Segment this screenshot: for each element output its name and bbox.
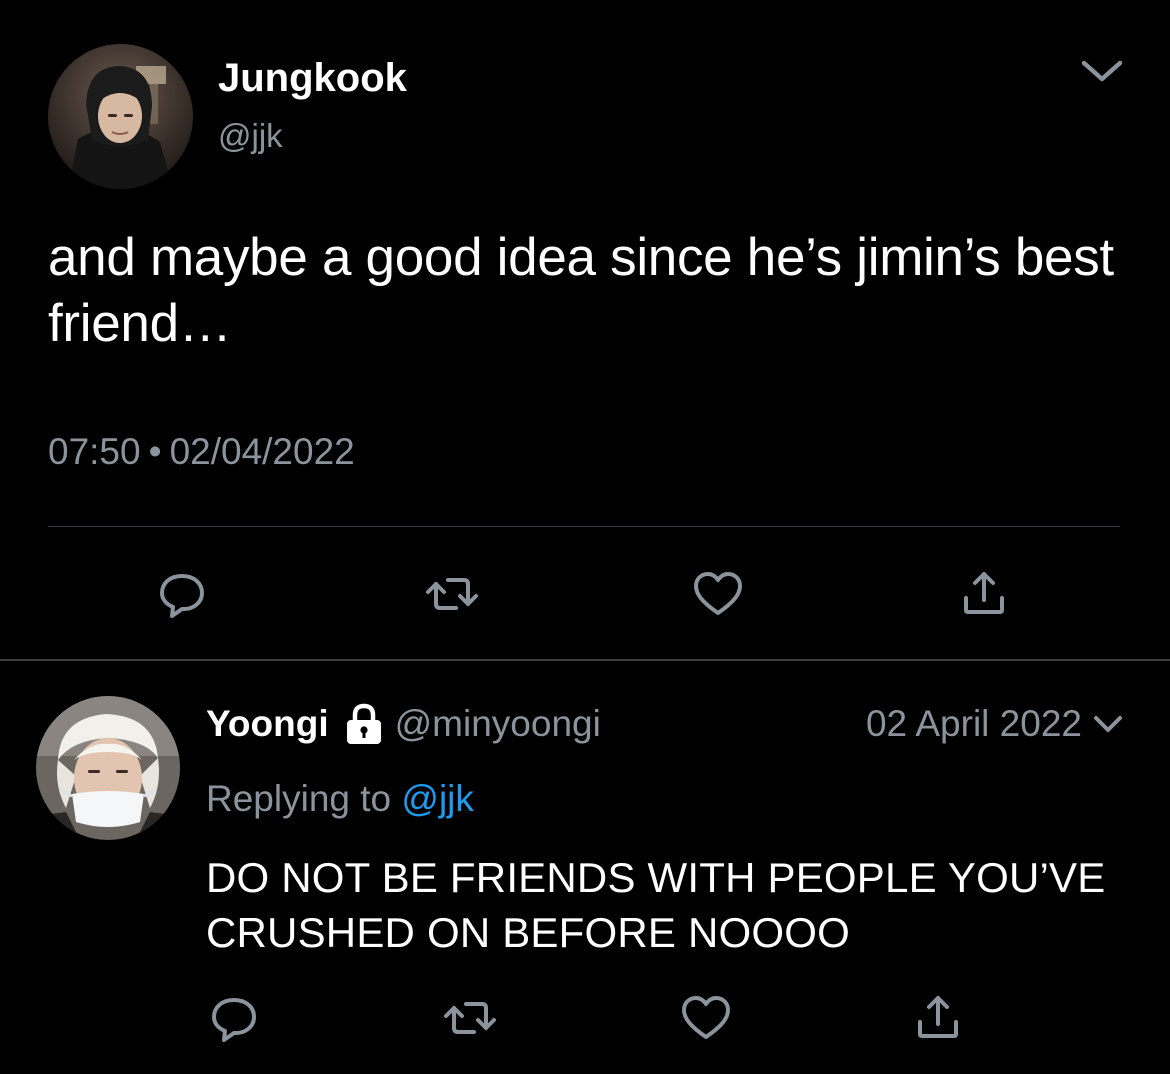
tweet-date: 02/04/2022	[169, 431, 355, 472]
avatar-photo	[48, 44, 193, 189]
reply-icon[interactable]	[154, 566, 210, 622]
share-icon[interactable]	[910, 990, 966, 1046]
tweet-time: 07:50	[48, 431, 141, 472]
lock-icon	[341, 701, 387, 747]
chevron-down-icon[interactable]	[1078, 56, 1126, 86]
tweet-timestamp: 07:50 • 02/04/2022	[48, 428, 355, 476]
reply-icon[interactable]	[206, 990, 262, 1046]
tweet-text: and maybe a good idea since he’s jimin’s…	[48, 228, 1114, 353]
replying-to: Replying to @jjk	[206, 776, 474, 822]
avatar-photo	[36, 696, 180, 840]
retweet-icon[interactable]	[442, 990, 498, 1046]
retweet-icon[interactable]	[424, 566, 480, 622]
reply-date-group: 02 April 2022	[866, 700, 1124, 748]
avatar[interactable]	[36, 696, 180, 840]
tweet-date[interactable]: 02 April 2022	[866, 703, 1082, 745]
tweet-text: DO NOT BE FRIENDS WITH PEOPLE YOU’VE CRU…	[206, 854, 1106, 956]
like-icon[interactable]	[678, 990, 734, 1046]
chevron-down-icon[interactable]	[1092, 713, 1124, 735]
like-icon[interactable]	[690, 566, 746, 622]
replying-to-label: Replying to	[206, 778, 392, 819]
mention-link[interactable]: @jjk	[401, 778, 474, 819]
share-icon[interactable]	[956, 566, 1012, 622]
meta-separator: •	[148, 431, 162, 472]
reply-header: Yoongi @minyoongi	[206, 700, 601, 748]
divider	[48, 526, 1120, 527]
author-handle[interactable]: @jjk	[218, 116, 283, 156]
author-name[interactable]: Yoongi	[206, 703, 329, 745]
tweet-thread: Jungkook @jjk and maybe a good idea sinc…	[0, 0, 1170, 1074]
tweet-divider	[0, 659, 1170, 661]
avatar[interactable]	[48, 44, 193, 189]
author-handle[interactable]: @minyoongi	[395, 703, 601, 745]
author-name[interactable]: Jungkook	[218, 54, 407, 102]
